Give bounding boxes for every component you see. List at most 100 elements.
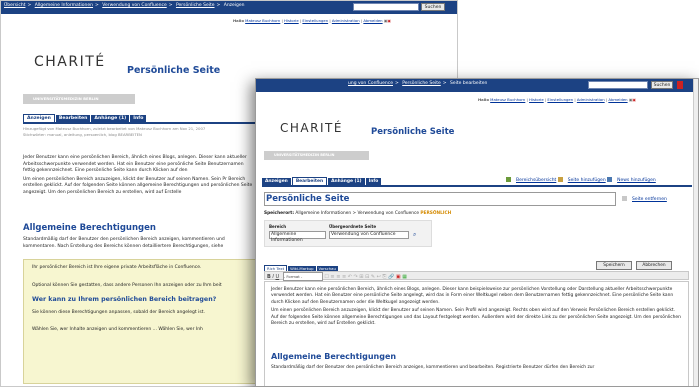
space-label: Bereich [269, 224, 287, 229]
scrollbar[interactable] [693, 79, 698, 386]
user-links: Hallo Mateusz Buchhorn | Historie | Eins… [478, 97, 636, 102]
tab-bearbeiten[interactable]: Bearbeiten [55, 115, 91, 122]
info-line: Ihr persönlicher Bereich ist Ihre eigene… [32, 265, 202, 270]
breadcrumb: Übersicht > Allgemeine Informationen > Ver… [4, 3, 245, 8]
location-path: Allgemeine Informationen > Verwendung vo… [295, 211, 420, 216]
user-links: Hallo Mateusz Buchhorn | Historie | Eins… [233, 18, 391, 23]
overview-link[interactable]: Bereichsübersicht [516, 178, 556, 183]
heading-berechtigungen: Allgemeine Berechtigungen [271, 352, 397, 361]
logout-link[interactable]: Abmelden [608, 97, 627, 102]
editor-paragraph: Um einen persönlichen Bereich anzuzeigen… [271, 308, 681, 326]
location-edit-link[interactable]: PERSÖNLICH [420, 211, 451, 216]
info-panel: Ihr persönlicher Bereich ist Ihre eigene… [23, 259, 263, 384]
settings-link[interactable]: Einstellungen [547, 97, 573, 102]
pdf-icon[interactable]: ▣ [387, 18, 391, 23]
tab-anzeigen[interactable]: Anzeigen [262, 178, 291, 185]
breadcrumb: ung von Confluence > Persönliche Seite > S… [348, 81, 488, 86]
remove-page: Seite entfernen [622, 196, 667, 202]
greeting-label: Hallo [233, 18, 244, 23]
search-input[interactable] [588, 81, 648, 89]
italic-icon[interactable]: I [272, 274, 273, 280]
tab-anzeigen[interactable]: Anzeigen [23, 114, 55, 122]
location-label: Speicherort: [264, 211, 295, 216]
page-meta: Hinzugefügt von Mateusz Buchhorn, zuletz… [23, 126, 263, 137]
table-icon[interactable]: ▦ [402, 274, 407, 280]
admin-link[interactable]: Administration [577, 97, 605, 102]
history-link[interactable]: Historie [529, 97, 544, 102]
editor-paragraph: Jeder Benutzer kann eine persönlichen Be… [271, 287, 674, 305]
space-select[interactable]: Allgemeine Informationen [269, 231, 326, 243]
berechtigungen-text: Standardmäßig darf der Benutzer den pers… [23, 237, 225, 249]
tab-info[interactable]: Info [365, 178, 382, 185]
add-page-icon [557, 177, 563, 182]
logo-subtitle: UNIVERSITÄTSMEDIZIN BERLIN [264, 151, 369, 160]
cancel-button[interactable]: Abbrechen [636, 261, 672, 270]
heading-berechtigungen: Allgemeine Berechtigungen [23, 223, 156, 233]
tab-bearbeiten[interactable]: Bearbeiten [291, 177, 328, 185]
breadcrumb-current: Seite bearbeiten [450, 81, 488, 86]
top-navigation-bar: Übersicht > Allgemeine Informationen > Ver… [1, 1, 457, 14]
search-button[interactable]: Suchen [421, 3, 445, 11]
editor-content: Jeder Benutzer kann eine persönlichen Be… [271, 287, 683, 329]
search-icon[interactable]: ⌕ [413, 231, 416, 239]
search-button[interactable]: Suchen [651, 81, 673, 89]
front-browser-window: ung von Confluence > Persönliche Seite > S… [255, 78, 699, 387]
user-link[interactable]: Mateusz Buchhorn [245, 18, 280, 23]
breadcrumb-item[interactable]: Verwendung von Confluence [102, 3, 167, 8]
add-news-icon [607, 177, 613, 182]
logout-link[interactable]: Abmelden [363, 18, 382, 23]
page-title-input[interactable]: Persönliche Seite [264, 192, 616, 206]
logo-subtitle: UNIVERSITÄTSMEDIZIN BERLIN [23, 94, 135, 104]
editor-toolbar: B I U - Format - ☐ ≡ ≡ ≡ ↶ ↷ ⊞ ⊟ ✎ ↩ ⎘ 🔗… [264, 271, 689, 281]
top-navigation-bar: ung von Confluence > Persönliche Seite > S… [256, 79, 698, 92]
add-page-link[interactable]: Seite hinzufügen [568, 178, 606, 183]
search-input[interactable] [353, 3, 419, 11]
user-link[interactable]: Mateusz Buchhorn [490, 97, 525, 102]
underline-icon[interactable]: U [275, 274, 279, 280]
image-icon[interactable]: ▣ [396, 274, 401, 280]
link-icon[interactable]: 🔗 [388, 274, 394, 280]
editor-area[interactable]: Jeder Benutzer kann eine persönlichen Be… [264, 281, 689, 386]
breadcrumb-item[interactable]: Persönliche Seite [402, 81, 441, 86]
info-line: Optional können Sie gestatten, dass ande… [32, 283, 222, 288]
parent-page-input[interactable]: Verwendung von Confluence [329, 231, 409, 239]
breadcrumb-item[interactable]: Allgemeine Informationen [35, 3, 93, 8]
info-text: Wählen Sie, wer Inhalte anzeigen und kom… [32, 327, 203, 332]
tab-anhaenge[interactable]: Anhänge (1) [328, 178, 365, 185]
breadcrumb-current: Anzeigen [223, 3, 245, 8]
info-text: Sie können diese Berechtigungen anpassen… [32, 310, 205, 315]
page-title: Persönliche Seite [127, 65, 221, 76]
location-line: Speicherort: Allgemeine Informationen > … [264, 211, 451, 217]
bold-icon[interactable]: B [267, 274, 271, 280]
space-actions: Bereichsübersicht Seite hinzufügen News … [506, 177, 656, 183]
admin-link[interactable]: Administration [332, 18, 360, 23]
breadcrumb-item[interactable]: Übersicht [4, 3, 25, 8]
format-select[interactable]: - Format - [282, 272, 323, 281]
breadcrumb-item[interactable]: Persönliche Seite [176, 3, 215, 8]
tab-info[interactable]: Info [130, 115, 147, 122]
charite-logo: CHARITÉ [280, 121, 343, 135]
history-link[interactable]: Historie [284, 18, 299, 23]
greeting-label: Hallo [478, 97, 489, 102]
trash-icon [622, 196, 627, 201]
body-paragraph: Jeder Benutzer kann eine persönlichen Be… [23, 155, 247, 174]
parent-page-label: Übergeordnete Seite [329, 224, 377, 229]
breadcrumb-item[interactable]: ung von Confluence [348, 81, 393, 86]
remove-page-link[interactable]: Seite entfernen [632, 197, 667, 202]
body-paragraph: Um einen persönlichen Bereich anzuzeigen… [23, 176, 253, 195]
add-news-link[interactable]: News hinzufügen [617, 178, 656, 183]
save-button[interactable]: Speichern [596, 261, 632, 270]
editor-paragraph: Standardmäßig darf der Benutzer den pers… [271, 365, 595, 370]
meta-labels-line: Stichwörter: manual, anleitung, persoenl… [23, 131, 142, 137]
scroll-up-icon[interactable] [677, 81, 683, 89]
page-title: Persönliche Seite [371, 127, 455, 137]
pdf-icon[interactable]: ▣ [632, 97, 636, 102]
toolbar-icons[interactable]: ☐ ≡ ≡ ≡ ↶ ↷ ⊞ ⊟ ✎ ↩ ⎘ [324, 274, 386, 280]
charite-logo: CHARITÉ [34, 54, 106, 70]
overview-icon [506, 177, 511, 182]
page-body-top: Jeder Benutzer kann eine persönlichen Be… [23, 155, 255, 198]
tab-anhaenge[interactable]: Anhänge (1) [91, 115, 130, 122]
settings-link[interactable]: Einstellungen [302, 18, 328, 23]
heading-wer-kann: Wer kann zu Ihrem persönlichen Bereich b… [32, 296, 217, 303]
location-panel: Bereich Übergeordnete Seite Allgemeine I… [264, 220, 432, 247]
